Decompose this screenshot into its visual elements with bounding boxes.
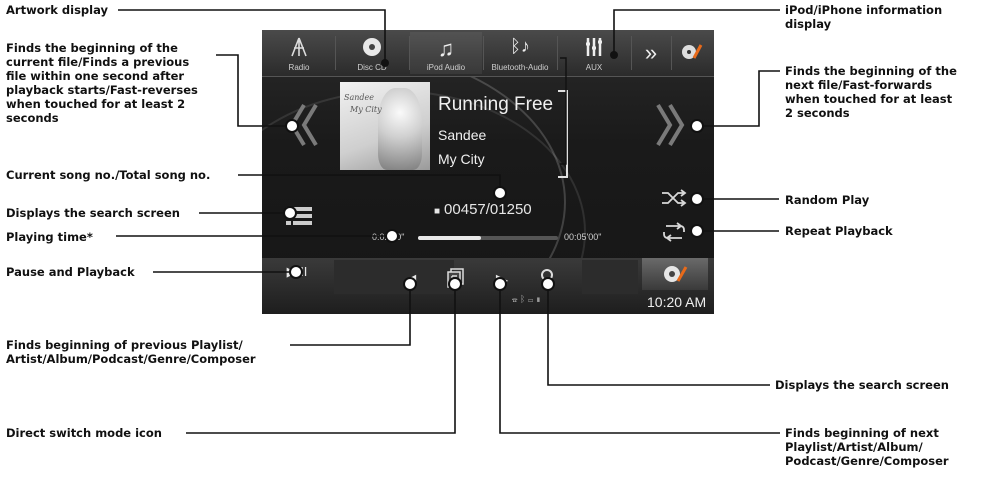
leader-dot (448, 277, 462, 291)
leader-finds-next (697, 70, 780, 127)
leader-dot (690, 192, 704, 206)
leader-dot (610, 51, 618, 59)
leader-dot (690, 224, 704, 238)
leader-dot (283, 206, 297, 220)
leader-prev-playlist (290, 285, 411, 346)
leader-dot (403, 277, 417, 291)
leader-direct-switch (186, 285, 456, 434)
leader-dot (541, 277, 555, 291)
leader-dot (690, 119, 704, 133)
leader-dot (285, 119, 299, 133)
info-bracket-left (560, 57, 567, 165)
leader-search-right (547, 285, 770, 386)
leader-artwork (118, 9, 386, 62)
leader-dot (381, 59, 389, 67)
leader-dot (493, 186, 507, 200)
leader-next-playlist (499, 285, 780, 434)
leader-dot (493, 277, 507, 291)
leader-dot (385, 229, 399, 243)
leader-ipod-info (613, 9, 780, 54)
leader-current-song (238, 174, 501, 192)
leader-finds-current (216, 54, 292, 127)
leader-dot (289, 265, 303, 279)
leader-lines (116, 9, 780, 434)
